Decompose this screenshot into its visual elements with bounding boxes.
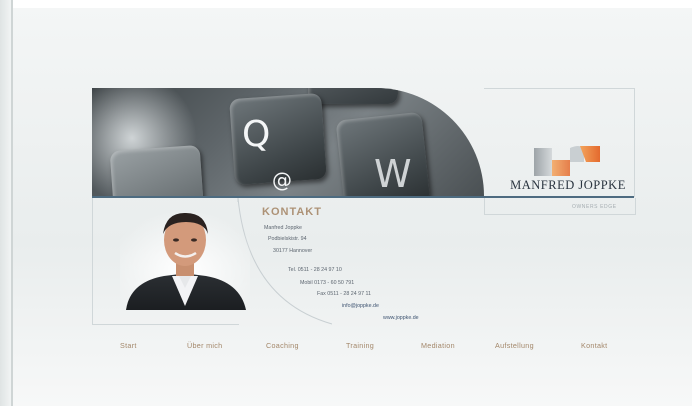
nav-item-start[interactable]: Start [120, 341, 137, 350]
nav-item-aufstellung[interactable]: Aufstellung [495, 341, 534, 350]
contact-city: 30177 Hannover [273, 248, 313, 254]
contact-street: Podbielskistr. 94 [268, 236, 307, 242]
contact-heading: KONTAKT [262, 206, 322, 218]
contact-mobile: Mobil 0173 - 60 50 791 [300, 280, 355, 286]
contact-email-link[interactable]: info@joppke.de [342, 303, 379, 309]
portrait-photo [120, 210, 250, 310]
contact-phone: Tel. 0511 - 28 24 97 10 [288, 267, 342, 273]
nav-item-training[interactable]: Training [346, 341, 374, 350]
contact-website-link[interactable]: www.joppke.de [383, 315, 419, 321]
nav-item-kontakt[interactable]: Kontakt [581, 341, 607, 350]
contact-name: Manfred Joppke [264, 225, 302, 231]
nav-item-mediation[interactable]: Mediation [421, 341, 455, 350]
contact-fax: Fax 0511 - 28 24 97 11 [317, 291, 371, 297]
nav-item-ueber-mich[interactable]: Über mich [187, 341, 222, 350]
nav-item-coaching[interactable]: Coaching [266, 341, 299, 350]
